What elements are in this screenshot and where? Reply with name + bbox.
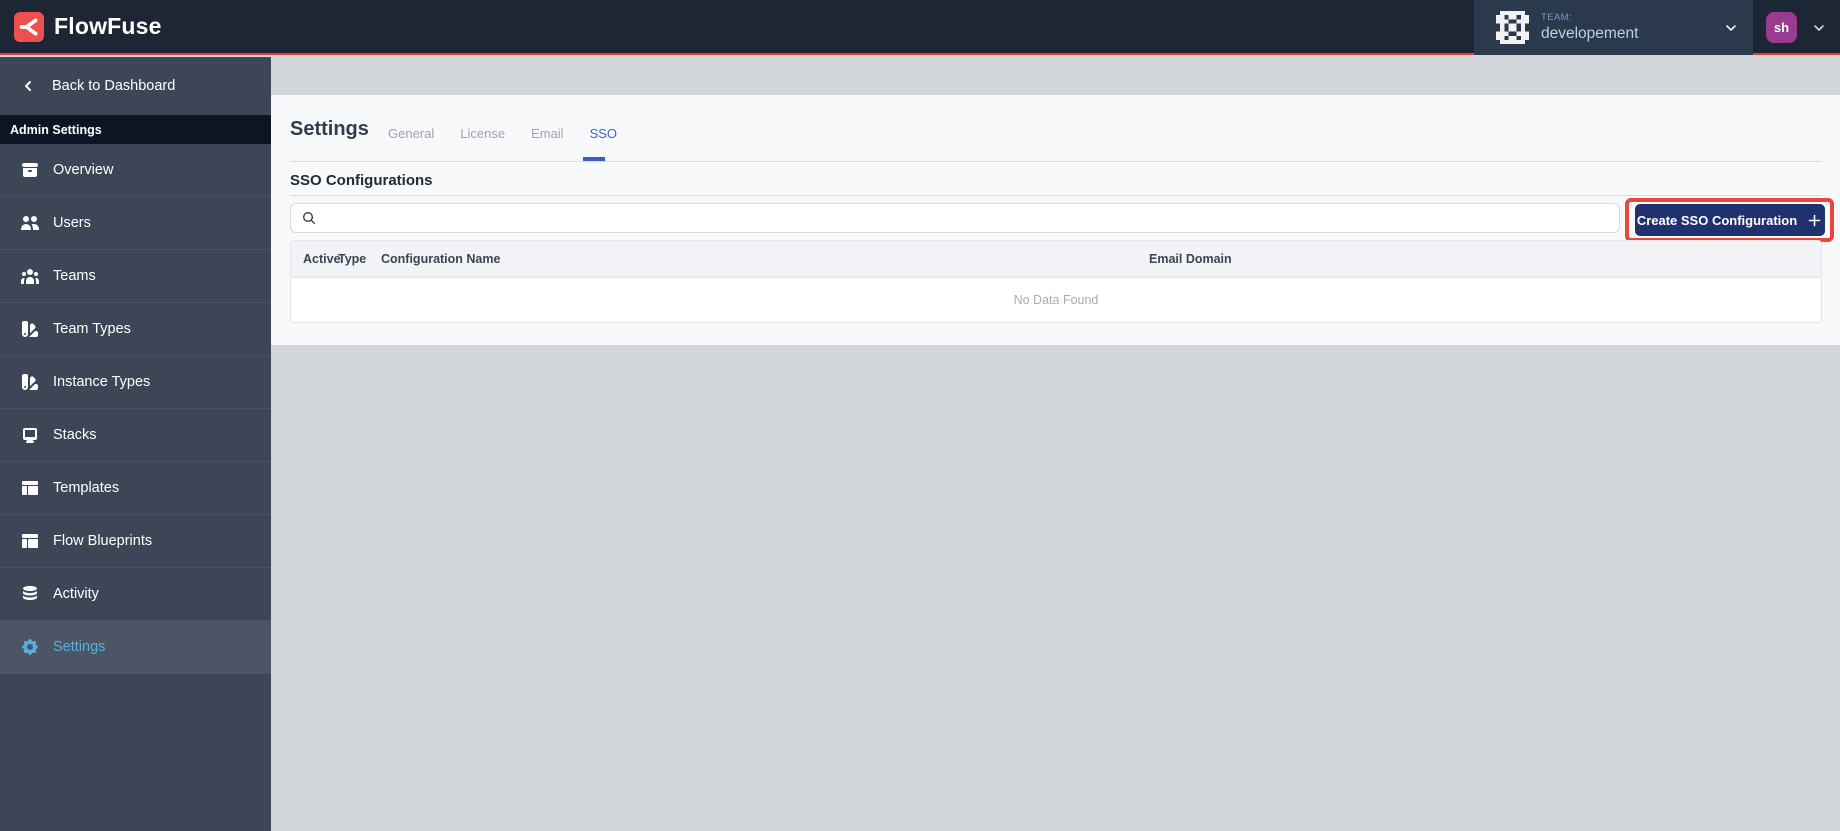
sidebar-item-overview[interactable]: Overview — [0, 144, 271, 197]
brand-name: FlowFuse — [54, 13, 162, 39]
sidebar-item-label: Instance Types — [53, 374, 151, 390]
sidebar-section-title: Admin Settings — [0, 115, 271, 144]
sidebar-item-label: Users — [53, 215, 91, 231]
cog-icon — [22, 639, 38, 655]
tab-email[interactable]: Email — [531, 126, 564, 141]
chevron-left-icon — [25, 81, 31, 91]
database-icon — [23, 586, 37, 600]
divider — [290, 195, 1822, 196]
team-avatar — [1496, 11, 1529, 44]
sidebar-item-users[interactable]: Users — [0, 197, 271, 250]
sidebar-item-label: Overview — [53, 162, 114, 178]
sidebar-item-label: Templates — [53, 480, 120, 496]
sidebar-item-templates[interactable]: Templates — [0, 462, 271, 515]
table-header-row: Active Type Configuration Name Email Dom… — [291, 241, 1821, 278]
sidebar-item-label: Team Types — [53, 321, 131, 337]
user-menu-chevron-down-icon[interactable] — [1811, 20, 1827, 36]
column-header-active: Active — [303, 252, 341, 266]
sidebar-item-settings[interactable]: Settings — [0, 621, 271, 674]
team-selector[interactable]: TEAM: developement — [1474, 0, 1753, 55]
settings-tabs: General License Email SSO — [388, 126, 617, 141]
sidebar-item-label: Settings — [53, 639, 106, 655]
section-title: SSO Configurations — [290, 172, 433, 189]
sidebar-item-label: Flow Blueprints — [53, 533, 153, 549]
template-icon — [22, 534, 38, 548]
team-name: developement — [1541, 25, 1639, 42]
tab-general[interactable]: General — [388, 126, 434, 141]
template-icon — [22, 481, 38, 495]
sidebar-item-activity[interactable]: Activity — [0, 568, 271, 621]
color-swatch-icon — [22, 374, 38, 390]
settings-panel: Settings General License Email SSO SSO C… — [271, 95, 1840, 345]
tab-sso[interactable]: SSO — [590, 126, 617, 141]
color-swatch-icon — [22, 321, 38, 337]
user-avatar[interactable]: sh — [1766, 12, 1797, 43]
search-input[interactable] — [290, 203, 1620, 233]
back-to-dashboard-label: Back to Dashboard — [52, 78, 176, 94]
divider — [290, 161, 1822, 162]
sidebar-item-label: Teams — [53, 268, 96, 284]
tab-license[interactable]: License — [460, 126, 505, 141]
column-header-type: Type — [338, 252, 367, 266]
page-title: Settings — [290, 118, 369, 140]
team-label: TEAM: — [1541, 12, 1573, 23]
column-header-configuration-name: Configuration Name — [381, 252, 501, 266]
sidebar-item-team-types[interactable]: Team Types — [0, 303, 271, 356]
sidebar-item-flow-blueprints[interactable]: Flow Blueprints — [0, 515, 271, 568]
flowfuse-logo-icon — [14, 11, 44, 42]
create-sso-configuration-label: Create SSO Configuration — [1636, 212, 1798, 228]
empty-state-row: No Data Found — [291, 278, 1821, 322]
app-header: FlowFuse TEAM: developement sh — [0, 0, 1840, 55]
desktop-icon — [23, 428, 37, 443]
column-header-email-domain: Email Domain — [1149, 252, 1232, 266]
sso-configurations-table: Active Type Configuration Name Email Dom… — [290, 240, 1822, 323]
archive-icon — [22, 163, 38, 177]
annotation-highlight: Create SSO Configuration — [1625, 198, 1834, 242]
brand-logo[interactable]: FlowFuse — [0, 11, 162, 42]
sidebar-item-teams[interactable]: Teams — [0, 250, 271, 303]
sidebar-item-instance-types[interactable]: Instance Types — [0, 356, 271, 409]
main-content: Settings General License Email SSO SSO C… — [271, 57, 1840, 831]
sidebar-item-label: Activity — [53, 586, 99, 602]
users-icon — [21, 216, 39, 230]
plus-icon — [1808, 214, 1821, 226]
create-sso-configuration-button[interactable]: Create SSO Configuration — [1634, 204, 1825, 236]
back-to-dashboard[interactable]: Back to Dashboard — [0, 57, 271, 115]
user-group-icon — [21, 269, 39, 284]
admin-sidebar: Back to Dashboard Admin Settings Overvie… — [0, 57, 271, 831]
sidebar-item-stacks[interactable]: Stacks — [0, 409, 271, 462]
sidebar-item-label: Stacks — [53, 427, 97, 443]
chevron-down-icon[interactable] — [1723, 20, 1739, 36]
